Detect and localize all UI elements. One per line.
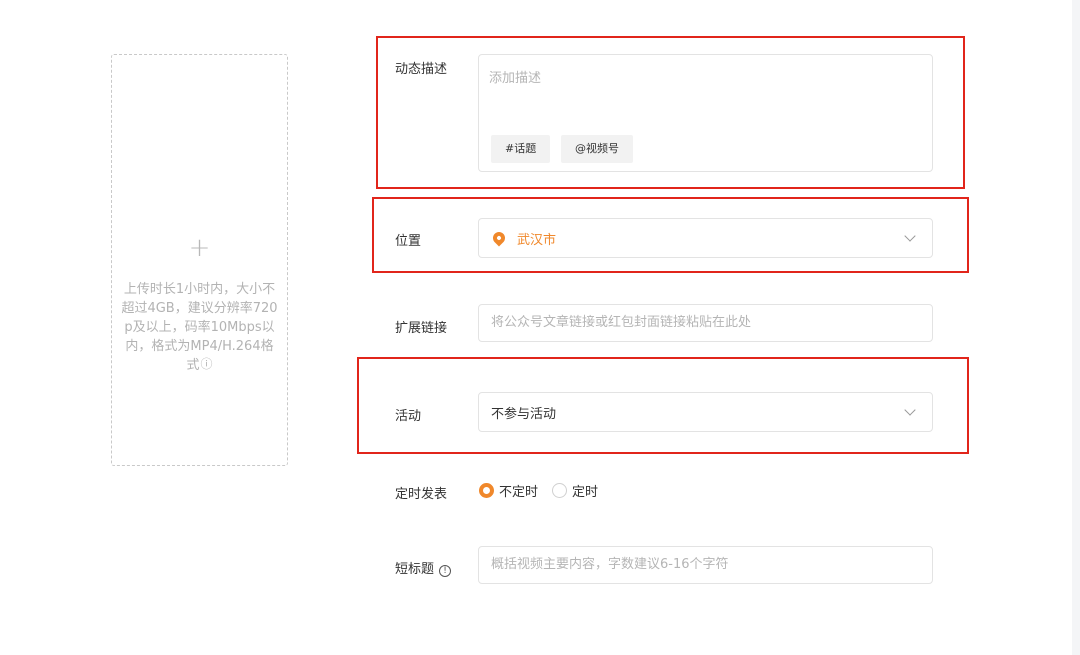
radio-unchecked-icon — [552, 483, 568, 498]
short-title-placeholder: 概括视频主要内容，字数建议6-16个字符 — [491, 557, 729, 572]
radio-checked-icon — [479, 483, 494, 498]
activity-label: 活动 — [395, 409, 422, 424]
activity-select[interactable]: 不参与活动 — [478, 392, 933, 432]
activity-value: 不参与活动 — [491, 406, 557, 422]
location-select[interactable]: 武汉市 — [478, 218, 933, 258]
short-title-input[interactable]: 概括视频主要内容，字数建议6-16个字符 — [478, 546, 933, 584]
short-title-text: 短标题 — [395, 562, 435, 577]
chevron-down-icon — [904, 230, 916, 242]
description-placeholder: 添加描述 — [489, 71, 542, 86]
info-icon[interactable]: ⓘ — [201, 358, 213, 370]
description-textarea[interactable]: 添加描述 #话题 @视频号 — [478, 54, 933, 172]
radio-label: 定时 — [572, 485, 599, 500]
publish-form-page: + 上传时长1小时内，大小不超过4GB，建议分辨率720p及以上，码率10Mbp… — [0, 0, 1080, 655]
schedule-label: 定时发表 — [395, 487, 448, 502]
short-title-label: 短标题! — [395, 558, 452, 577]
help-icon[interactable]: ! — [439, 565, 452, 577]
description-label: 动态描述 — [395, 62, 448, 77]
location-value: 武汉市 — [517, 232, 557, 248]
mention-channel-button[interactable]: @视频号 — [561, 135, 633, 163]
scrollbar-track[interactable] — [1072, 0, 1080, 655]
schedule-radio-group: 不定时 定时 — [479, 481, 612, 500]
add-icon: + — [188, 233, 211, 263]
radio-scheduled[interactable]: 定时 — [552, 481, 598, 500]
location-pin-icon — [490, 229, 508, 247]
extension-link-input[interactable]: 将公众号文章链接或红包封面链接粘贴在此处 — [478, 304, 933, 342]
upload-hint: 上传时长1小时内，大小不超过4GB，建议分辨率720p及以上，码率10Mbps以… — [121, 282, 278, 373]
location-label: 位置 — [395, 234, 422, 249]
radio-no-schedule[interactable]: 不定时 — [479, 481, 538, 500]
radio-label: 不定时 — [499, 485, 539, 500]
chevron-down-icon — [904, 404, 916, 416]
extension-link-label: 扩展链接 — [395, 321, 448, 336]
extension-link-placeholder: 将公众号文章链接或红包封面链接粘贴在此处 — [491, 315, 752, 330]
video-upload-area[interactable]: + 上传时长1小时内，大小不超过4GB，建议分辨率720p及以上，码率10Mbp… — [111, 54, 288, 466]
upload-hint-text: 上传时长1小时内，大小不超过4GB，建议分辨率720p及以上，码率10Mbps以… — [120, 280, 279, 375]
topic-button[interactable]: #话题 — [491, 135, 551, 163]
